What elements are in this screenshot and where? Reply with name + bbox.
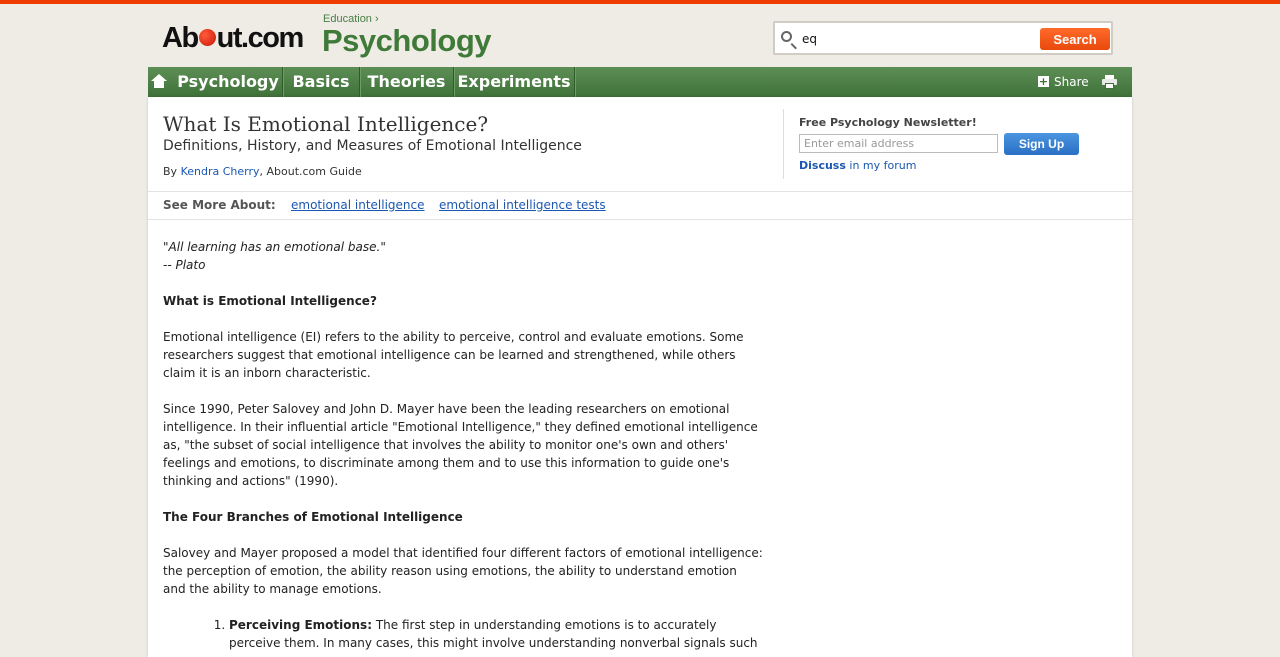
sign-up-button[interactable]: Sign Up bbox=[1004, 133, 1079, 155]
nav-item-theories[interactable]: Theories bbox=[360, 67, 454, 97]
content-panel: What Is Emotional Intelligence? Definiti… bbox=[148, 97, 1132, 657]
search-button[interactable]: Search bbox=[1040, 28, 1110, 50]
share-button[interactable]: + Share bbox=[1038, 67, 1089, 97]
section-heading: What is Emotional Intelligence? bbox=[163, 294, 377, 308]
see-more-link-emotional-intelligence[interactable]: emotional intelligence bbox=[291, 198, 425, 212]
site-header: Abut.com Education › Psychology Search bbox=[148, 4, 1132, 67]
author-link[interactable]: Kendra Cherry bbox=[181, 165, 260, 178]
header-divider bbox=[783, 109, 784, 179]
share-plus-icon: + bbox=[1038, 75, 1049, 88]
nav-item-psychology[interactable]: Psychology bbox=[148, 67, 283, 97]
search-input[interactable] bbox=[802, 30, 1032, 48]
about-logo[interactable]: Ab ut.com bbox=[162, 22, 304, 54]
paragraph: Since 1990, Peter Salovey and John D. Ma… bbox=[163, 402, 758, 488]
page-title: What Is Emotional Intelligence? bbox=[163, 112, 489, 136]
print-icon[interactable] bbox=[1102, 75, 1117, 89]
newsletter-title: Free Psychology Newsletter! bbox=[799, 116, 977, 129]
logo-dot-icon bbox=[198, 28, 216, 46]
see-more-label: See More About: bbox=[163, 198, 276, 212]
discuss-link[interactable]: Discuss in my forum bbox=[799, 159, 916, 172]
byline: By Kendra Cherry, About.com Guide bbox=[163, 165, 362, 178]
page-subtitle: Definitions, History, and Measures of Em… bbox=[163, 138, 582, 154]
paragraph: Emotional intelligence (EI) refers to th… bbox=[163, 330, 744, 380]
nav-item-basics[interactable]: Basics bbox=[283, 67, 360, 97]
newsletter-email-input[interactable] bbox=[799, 134, 998, 153]
quote: "All learning has an emotional base." --… bbox=[163, 240, 386, 272]
section-heading: The Four Branches of Emotional Intellige… bbox=[163, 510, 463, 524]
paragraph: Salovey and Mayer proposed a model that … bbox=[163, 546, 763, 596]
search-icon bbox=[781, 31, 792, 42]
nav-item-experiments[interactable]: Experiments bbox=[454, 67, 575, 97]
home-icon bbox=[151, 73, 168, 88]
psychology-logo[interactable]: Psychology bbox=[322, 23, 492, 59]
see-more-bar: See More About: emotional intelligence e… bbox=[148, 191, 1132, 220]
see-more-link-emotional-intelligence-tests[interactable]: emotional intelligence tests bbox=[439, 198, 606, 212]
main-nav: Psychology Basics Theories Experiments +… bbox=[148, 67, 1132, 97]
search-box: Search bbox=[773, 21, 1113, 55]
article-body: "All learning has an emotional base." --… bbox=[163, 238, 763, 652]
